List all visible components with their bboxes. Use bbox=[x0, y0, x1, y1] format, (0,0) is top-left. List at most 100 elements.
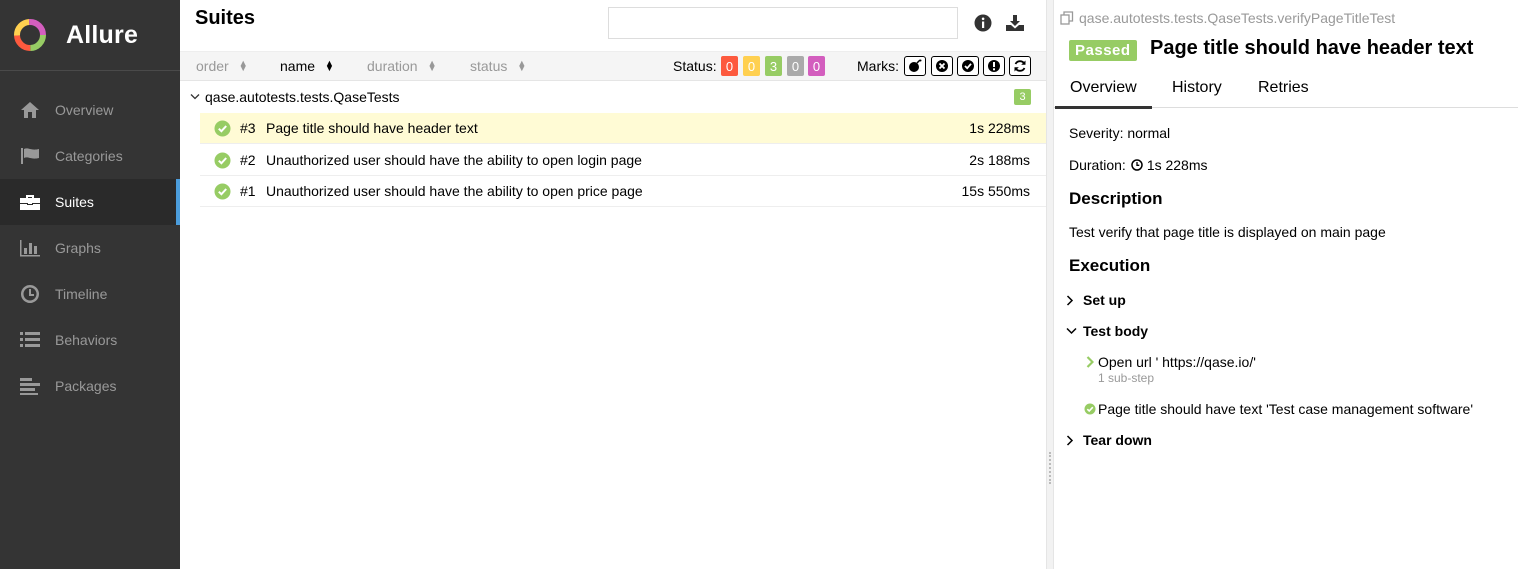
sidebar-item-overview[interactable]: Overview bbox=[0, 87, 180, 133]
substep-open-url[interactable]: Open url ' https://qase.io/' bbox=[1098, 354, 1256, 370]
duration-label: Duration: bbox=[1069, 157, 1126, 173]
table-row[interactable]: #1 Unauthorized user should have the abi… bbox=[200, 176, 1046, 207]
sort-status[interactable]: status ▲ ▼ bbox=[470, 58, 526, 74]
briefcase-icon bbox=[19, 192, 41, 212]
clock-icon bbox=[1131, 159, 1143, 171]
row-name: Unauthorized user should have the abilit… bbox=[266, 152, 642, 168]
status-badge: Passed bbox=[1069, 40, 1137, 61]
chevron-right-icon[interactable] bbox=[1086, 356, 1094, 368]
table-row[interactable]: #2 Unauthorized user should have the abi… bbox=[200, 145, 1046, 176]
sort-arrows-icon: ▲ ▼ bbox=[517, 58, 527, 73]
chevron-right-icon bbox=[1066, 434, 1074, 446]
step-teardown-label: Tear down bbox=[1083, 432, 1152, 448]
mark-new-passed-icon[interactable] bbox=[957, 56, 979, 76]
row-order: #2 bbox=[240, 152, 256, 168]
sidebar-item-label: Packages bbox=[55, 378, 117, 394]
sidebar-item-timeline[interactable]: Timeline bbox=[0, 271, 180, 317]
passed-check-icon bbox=[214, 152, 231, 169]
description-heading: Description bbox=[1069, 189, 1163, 208]
row-name: Unauthorized user should have the abilit… bbox=[266, 183, 643, 199]
brand-name: Allure bbox=[66, 20, 139, 49]
detail-tabs: Overview History Retries bbox=[1054, 70, 1518, 109]
drag-handle-icon bbox=[1049, 452, 1051, 484]
sort-status-bar: order ▲ ▼ name ▲ ▼ duration ▲ ▼ status ▲ ▼ S… bbox=[180, 51, 1046, 81]
sort-duration[interactable]: duration ▲ ▼ bbox=[367, 58, 437, 74]
sidebar-item-graphs[interactable]: Graphs bbox=[0, 225, 180, 271]
test-full-name: qase.autotests.tests.QaseTests.verifyPag… bbox=[1060, 10, 1395, 26]
sidebar-item-label: Behaviors bbox=[55, 332, 118, 348]
bar-chart-icon bbox=[19, 238, 41, 258]
test-full-name-text: qase.autotests.tests.QaseTests.verifyPag… bbox=[1079, 10, 1396, 26]
sidebar-item-label: Categories bbox=[55, 148, 123, 164]
status-broken-badge[interactable]: 0 bbox=[743, 56, 760, 76]
substep-page-title: Page title should have text 'Test case m… bbox=[1098, 401, 1473, 417]
description-text: Test verify that page title is displayed… bbox=[1069, 224, 1386, 240]
row-name: Page title should have header text bbox=[266, 120, 478, 136]
sidebar-item-suites[interactable]: Suites bbox=[0, 179, 180, 225]
chevron-right-icon bbox=[1066, 294, 1074, 306]
sort-name-label: name bbox=[280, 58, 316, 74]
chevron-down-icon bbox=[190, 94, 200, 100]
severity: Severity: normal bbox=[1069, 125, 1171, 141]
tab-history[interactable]: History bbox=[1172, 79, 1222, 97]
status-filter-label: Status: bbox=[673, 58, 717, 74]
sidebar-item-behaviors[interactable]: Behaviors bbox=[0, 317, 180, 363]
info-icon[interactable] bbox=[972, 12, 994, 34]
sidebar-nav: Overview Categories Suites Graphs Timeli… bbox=[0, 87, 180, 409]
suite-group-count-badge: 3 bbox=[1014, 89, 1031, 105]
sort-arrows-icon: ▲ ▼ bbox=[325, 58, 334, 73]
sort-order[interactable]: order ▲ ▼ bbox=[196, 58, 248, 74]
chevron-down-icon bbox=[1066, 327, 1077, 335]
status-passed-badge[interactable]: 3 bbox=[765, 56, 782, 76]
sidebar-item-label: Timeline bbox=[55, 286, 108, 302]
duration: Duration: 1s 228ms bbox=[1069, 157, 1208, 173]
step-teardown[interactable]: Tear down bbox=[1066, 432, 1152, 448]
allure-logo-icon bbox=[14, 19, 46, 51]
sort-duration-label: duration bbox=[367, 58, 418, 74]
page-title: Suites bbox=[195, 7, 256, 29]
step-test-body[interactable]: Test body bbox=[1066, 323, 1148, 339]
passed-check-icon bbox=[214, 183, 231, 200]
sidebar-item-label: Overview bbox=[55, 102, 114, 118]
passed-check-icon bbox=[1084, 403, 1096, 415]
sort-name[interactable]: name ▲ ▼ bbox=[280, 58, 334, 74]
sort-arrows-icon: ▲ ▼ bbox=[427, 58, 437, 73]
row-duration: 15s 550ms bbox=[961, 183, 1030, 199]
pane-splitter[interactable] bbox=[1046, 0, 1054, 569]
sidebar-item-packages[interactable]: Packages bbox=[0, 363, 180, 409]
suite-group[interactable]: qase.autotests.tests.QaseTests 3 bbox=[180, 81, 1046, 112]
tab-overview[interactable]: Overview bbox=[1055, 79, 1152, 109]
step-setup-label: Set up bbox=[1083, 292, 1126, 308]
step-setup[interactable]: Set up bbox=[1066, 292, 1126, 308]
mark-retries-icon[interactable] bbox=[1009, 56, 1031, 76]
status-failed-badge[interactable]: 0 bbox=[721, 56, 738, 76]
sidebar-item-categories[interactable]: Categories bbox=[0, 133, 180, 179]
mark-new-broken-icon[interactable] bbox=[983, 56, 1005, 76]
table-row[interactable]: #3 Page title should have header text 1s… bbox=[200, 113, 1046, 144]
mark-new-failed-icon[interactable] bbox=[931, 56, 953, 76]
flag-icon bbox=[19, 146, 41, 166]
download-icon[interactable] bbox=[1004, 12, 1026, 34]
sort-order-label: order bbox=[196, 58, 229, 74]
status-skipped-badge[interactable]: 0 bbox=[787, 56, 804, 76]
sort-arrows-icon: ▲ ▼ bbox=[238, 58, 248, 73]
sidebar-item-label: Suites bbox=[55, 194, 94, 210]
search-input[interactable] bbox=[608, 7, 958, 39]
status-unknown-badge[interactable]: 0 bbox=[808, 56, 825, 76]
row-order: #1 bbox=[240, 183, 256, 199]
test-detail-pane: qase.autotests.tests.QaseTests.verifyPag… bbox=[1054, 0, 1518, 569]
packages-icon bbox=[19, 376, 41, 396]
test-title: Page title should have header text bbox=[1150, 37, 1474, 59]
execution-heading: Execution bbox=[1069, 256, 1151, 275]
sidebar-item-label: Graphs bbox=[55, 240, 101, 256]
marks-filter-label: Marks: bbox=[857, 58, 899, 74]
row-duration: 1s 228ms bbox=[969, 120, 1030, 136]
brand[interactable]: Allure bbox=[0, 0, 180, 71]
mark-flaky-icon[interactable] bbox=[904, 56, 926, 76]
tab-retries[interactable]: Retries bbox=[1258, 79, 1309, 97]
copy-icon[interactable] bbox=[1060, 11, 1074, 25]
substep-count: 1 sub-step bbox=[1098, 371, 1155, 385]
step-test-body-label: Test body bbox=[1083, 323, 1149, 339]
suite-group-name: qase.autotests.tests.QaseTests bbox=[205, 89, 400, 105]
row-duration: 2s 188ms bbox=[969, 152, 1030, 168]
